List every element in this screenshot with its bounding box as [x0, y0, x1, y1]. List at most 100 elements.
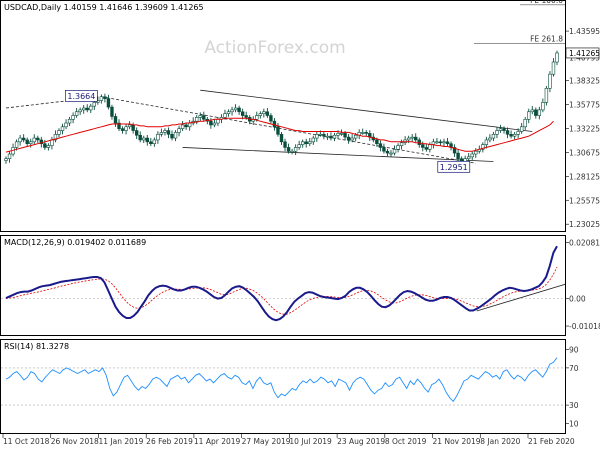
rsi-y-axis: 90 70 30 10	[565, 345, 579, 429]
candle-body	[435, 141, 439, 144]
candle-body	[177, 128, 181, 133]
candle-body	[382, 147, 386, 152]
candle-body	[537, 109, 542, 116]
candle-body	[240, 111, 245, 116]
candle-body	[7, 153, 12, 160]
candle-body	[18, 137, 22, 143]
candle-body	[488, 137, 492, 141]
candle-body	[297, 144, 301, 148]
x-tick-label: 8 Oct 2019	[385, 437, 427, 446]
watermark: ActionForex.com	[204, 38, 345, 58]
x-tick-label: 21 Feb 2020	[528, 437, 575, 446]
candle-body	[202, 115, 206, 120]
x-tick-label: 26 Nov 2018	[51, 437, 99, 446]
candle-body	[442, 141, 446, 144]
macd-y-axis: 0.020811 0.00 -0.010181	[565, 238, 600, 331]
candle-body	[195, 117, 199, 122]
price-y-tick-label: 1.38325	[569, 77, 600, 86]
rsi-y-tick-label: 70	[569, 364, 579, 373]
candle-body	[343, 133, 347, 138]
candle-body	[258, 113, 263, 116]
candle-body	[445, 141, 450, 144]
candle-body	[244, 115, 248, 118]
x-tick-label: 10 Jul 2019	[289, 437, 332, 446]
price-y-tick-label: 1.33225	[569, 124, 600, 133]
candle-body	[466, 156, 471, 160]
candle-body	[184, 124, 188, 128]
candle-body	[456, 152, 460, 160]
price-y-tick-label: 1.35775	[569, 101, 600, 110]
candle-body	[353, 134, 358, 139]
candle-body	[311, 137, 315, 143]
candle-body	[336, 133, 340, 136]
macd-y-tick-label: -0.010181	[569, 322, 600, 331]
chart-svg: ActionForex.com FE 100.0 FE 261.8 1.3664 1…	[0, 0, 600, 446]
candle-body	[21, 137, 26, 141]
candle-body	[173, 132, 178, 139]
candle-body	[502, 128, 506, 131]
candle-body	[346, 136, 351, 141]
candle-body	[74, 111, 79, 116]
price-y-tick-label: 1.43595	[569, 27, 600, 36]
candle-body	[269, 115, 273, 122]
candle-body	[92, 102, 97, 107]
price-callout-label: 1.2951	[440, 163, 468, 172]
candle-body	[4, 158, 8, 161]
ohlc-readout: 1.40159 1.41646 1.39609 1.41265	[64, 3, 204, 12]
candle-body	[421, 144, 425, 148]
x-tick-label: 11 Apr 2019	[194, 437, 241, 446]
candle-body	[544, 88, 549, 103]
candle-body	[187, 122, 192, 128]
candle-body	[64, 122, 68, 128]
candle-body	[131, 124, 135, 131]
candle-body	[60, 126, 65, 131]
candle-body	[230, 109, 234, 113]
candle-body	[71, 115, 75, 120]
candle-body	[103, 96, 107, 99]
candle-body	[209, 120, 213, 126]
candle-body	[505, 130, 510, 135]
candle-body	[67, 118, 72, 124]
candle-body	[82, 107, 86, 111]
candle-body	[163, 130, 167, 133]
price-y-axis: 1.435951.407951.383251.357751.332251.306…	[565, 27, 600, 229]
candle-body	[113, 116, 118, 124]
candle-body	[262, 111, 266, 114]
candle-body	[318, 134, 323, 136]
candle-body	[89, 105, 93, 111]
candle-body	[548, 73, 552, 89]
rsi-panel-title: RSI(14) 81.3278	[4, 342, 69, 351]
candle-body	[43, 143, 47, 148]
candle-body	[438, 141, 443, 144]
candle-body	[300, 141, 305, 145]
candle-body	[279, 134, 284, 143]
candle-body	[36, 137, 40, 141]
candle-body	[410, 136, 414, 139]
candle-body	[325, 135, 330, 138]
candle-body	[29, 141, 33, 144]
candle-body	[127, 124, 132, 128]
candle-body	[152, 139, 157, 144]
candle-body	[216, 118, 220, 124]
rsi-y-tick-label: 10	[569, 420, 579, 429]
x-axis: 11 Oct 2018 26 Nov 2018 11 Jan 2019 26 Feb …	[2, 434, 575, 446]
candle-body	[474, 150, 478, 155]
candle-body	[414, 136, 418, 141]
candle-body	[385, 150, 390, 154]
candle-body	[396, 145, 400, 150]
candle-body	[198, 115, 202, 118]
candle-body	[361, 132, 365, 134]
candle-body	[484, 139, 489, 145]
candle-body	[375, 139, 379, 144]
candle-body	[255, 115, 259, 120]
rsi-panel-frame	[0, 339, 566, 434]
candle-body	[470, 153, 474, 158]
candle-body	[57, 130, 61, 135]
candle-body	[170, 134, 174, 139]
candle-body	[25, 139, 29, 144]
last-price-label: 1.41265	[569, 49, 600, 58]
candle-body	[145, 137, 149, 143]
candle-body	[534, 109, 538, 116]
candle-body	[233, 107, 238, 111]
candle-body	[530, 109, 534, 113]
